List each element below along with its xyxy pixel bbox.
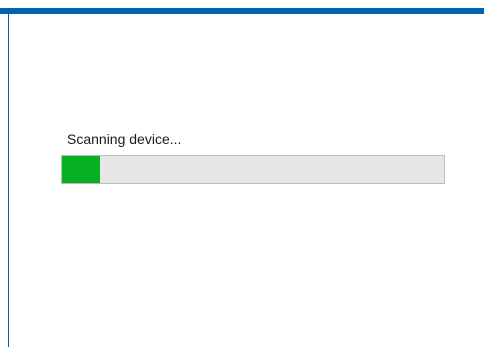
progress-bar-fill bbox=[62, 156, 101, 183]
dialog-window: Scanning device... bbox=[0, 0, 484, 347]
progress-bar bbox=[61, 155, 445, 184]
title-accent-bar bbox=[0, 8, 484, 14]
status-text: Scanning device... bbox=[67, 131, 182, 147]
window-left-border bbox=[8, 14, 9, 347]
